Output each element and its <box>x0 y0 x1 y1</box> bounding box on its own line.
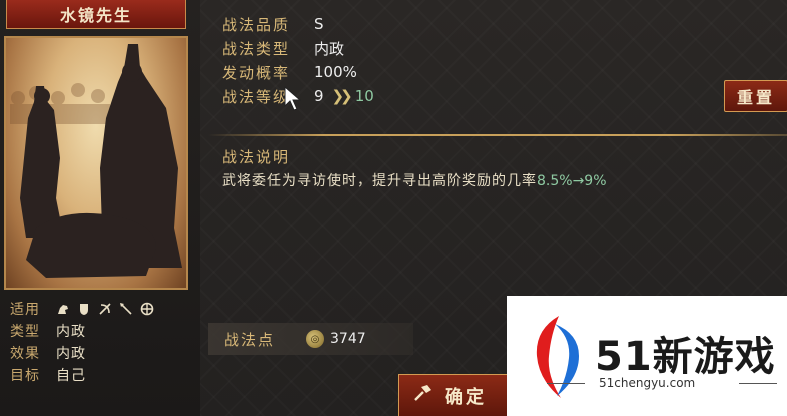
watermark-url: 51chengyu.com <box>599 376 696 390</box>
stat-value: S <box>314 15 324 33</box>
stat-label: 发动概率 <box>222 63 291 82</box>
watermark-logo-icon <box>536 316 579 398</box>
info-row-target: 目标 自己 <box>10 364 190 386</box>
stat-value: 内政 <box>314 39 345 58</box>
info-value: 内政 <box>56 324 86 340</box>
stat-probability: 发动概率 100% <box>222 60 374 84</box>
level-next-value: 10 <box>354 87 374 105</box>
stat-label: 战法类型 <box>222 39 291 58</box>
stat-value: 9 <box>314 87 324 105</box>
info-row-effect: 效果 内政 <box>10 342 190 364</box>
info-label: 适用 <box>10 302 40 318</box>
general-info: 适用 类型 内政 效果 内政 目标 自己 <box>10 298 190 386</box>
general-portrait <box>4 36 188 290</box>
cavalry-icon <box>56 302 70 316</box>
stat-label: 战法品质 <box>222 15 291 34</box>
info-label: 效果 <box>10 346 40 362</box>
stat-type: 战法类型 内政 <box>222 36 374 60</box>
watermark-rule-right <box>739 383 777 384</box>
double-chevron-right-icon: ❯❯ <box>331 87 353 105</box>
reset-button[interactable]: 重置 <box>724 80 787 112</box>
shield-icon <box>77 302 91 316</box>
skill-description: 武将委任为寻访使时，提升寻出高阶奖励的几率8.5%→9% <box>222 170 607 190</box>
section-divider <box>208 134 787 136</box>
site-watermark: 51新游戏 51chengyu.com <box>507 296 787 416</box>
info-label: 类型 <box>10 324 40 340</box>
stat-value: 100% <box>314 63 357 81</box>
info-row-type: 类型 内政 <box>10 320 190 342</box>
watermark-rule-left <box>547 383 585 384</box>
description-text: 武将委任为寻访使时，提升寻出高阶奖励的几率 <box>222 173 537 189</box>
info-row-applicable: 适用 <box>10 298 190 320</box>
skill-points-bar: 战法点 ◎ 3747 <box>208 323 413 355</box>
info-label: 目标 <box>10 368 40 384</box>
mouse-cursor-icon <box>284 85 304 116</box>
skill-points-value: 3747 <box>330 331 366 347</box>
info-value: 内政 <box>56 346 86 362</box>
general-name: 水镜先生 <box>6 0 186 29</box>
hammer-icon <box>413 384 433 407</box>
watermark-title: 51新游戏 <box>595 334 776 380</box>
spear-icon <box>119 302 133 316</box>
confirm-label: 确定 <box>445 386 487 408</box>
skill-point-coin-icon: ◎ <box>306 330 324 348</box>
skill-points-label: 战法点 <box>224 330 276 349</box>
skill-description-title: 战法说明 <box>222 148 291 166</box>
info-value: 自己 <box>56 368 86 384</box>
description-highlight: 8.5%→9% <box>537 173 607 189</box>
bow-icon <box>98 302 112 316</box>
siege-icon <box>140 302 154 316</box>
confirm-button[interactable]: 确定 <box>398 374 518 416</box>
general-panel: 水镜先生 适用 类型 内政 效果 内政 目标 自己 <box>0 0 200 416</box>
stat-quality: 战法品质 S <box>222 12 374 36</box>
